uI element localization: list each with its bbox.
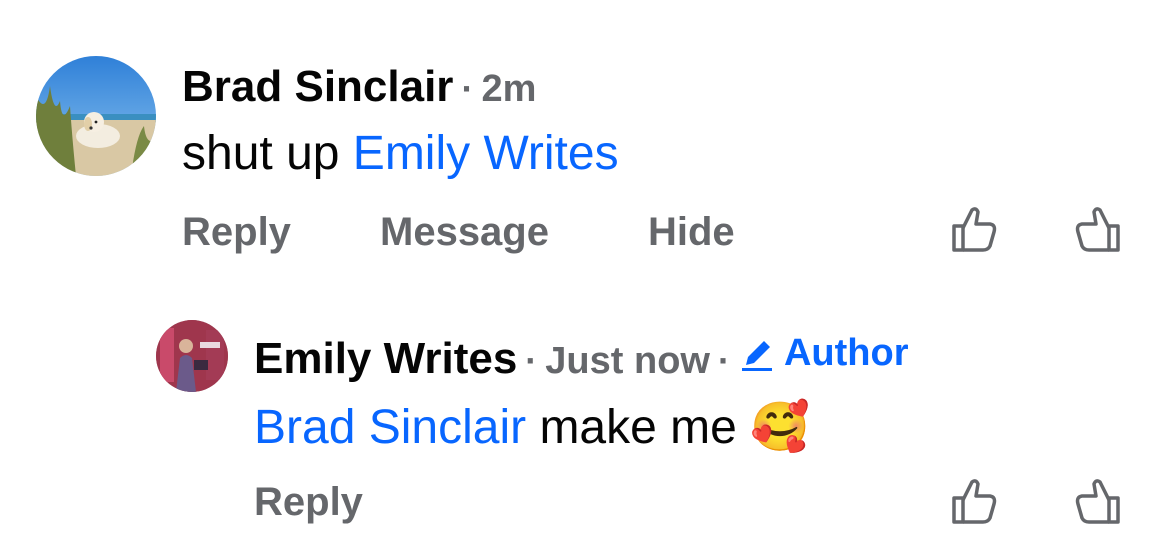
author-badge-label: Author — [783, 332, 909, 374]
comment-text: shut up — [182, 127, 353, 180]
comment-text: make me — [526, 401, 751, 454]
thumbs-up-icon — [952, 207, 997, 252]
dislike-button[interactable] — [1074, 476, 1122, 526]
avatar-emily-writes[interactable] — [156, 320, 228, 392]
beach-dog-photo-icon — [36, 56, 156, 176]
like-button[interactable] — [950, 476, 998, 526]
separator-dot-2: · — [717, 339, 730, 381]
author-name[interactable]: Brad Sinclair — [182, 62, 453, 112]
dislike-button[interactable] — [1074, 204, 1122, 254]
comment-header: Brad Sinclair · 2m — [182, 62, 536, 112]
pencil-icon — [741, 340, 772, 371]
separator-dot: · — [525, 339, 538, 381]
smiling-face-with-hearts-emoji: 🥰 — [750, 401, 810, 454]
like-button[interactable] — [950, 204, 998, 254]
reply-body: Brad Sinclair make me 🥰 — [254, 398, 810, 455]
reply-button[interactable]: Reply — [254, 480, 363, 525]
comment-body: shut up Emily Writes — [182, 126, 619, 181]
comment-timestamp[interactable]: Just now — [545, 340, 710, 383]
author-name[interactable]: Emily Writes — [254, 334, 517, 384]
bookstore-photo-icon — [156, 320, 228, 392]
thumbs-down-icon — [1075, 479, 1120, 524]
author-badge: Author — [738, 332, 909, 375]
thumbs-up-icon — [952, 479, 997, 524]
mention-link[interactable]: Emily Writes — [353, 127, 619, 180]
hide-button[interactable]: Hide — [648, 210, 735, 255]
reply-header: Emily Writes · Just now · Author — [254, 332, 909, 384]
mention-link[interactable]: Brad Sinclair — [254, 401, 526, 454]
comment-timestamp[interactable]: 2m — [481, 68, 536, 111]
reply-button[interactable]: Reply — [182, 210, 291, 255]
thumbs-down-icon — [1075, 207, 1120, 252]
separator-dot: · — [461, 68, 474, 109]
avatar-brad-sinclair[interactable] — [36, 56, 156, 176]
message-button[interactable]: Message — [380, 210, 549, 255]
